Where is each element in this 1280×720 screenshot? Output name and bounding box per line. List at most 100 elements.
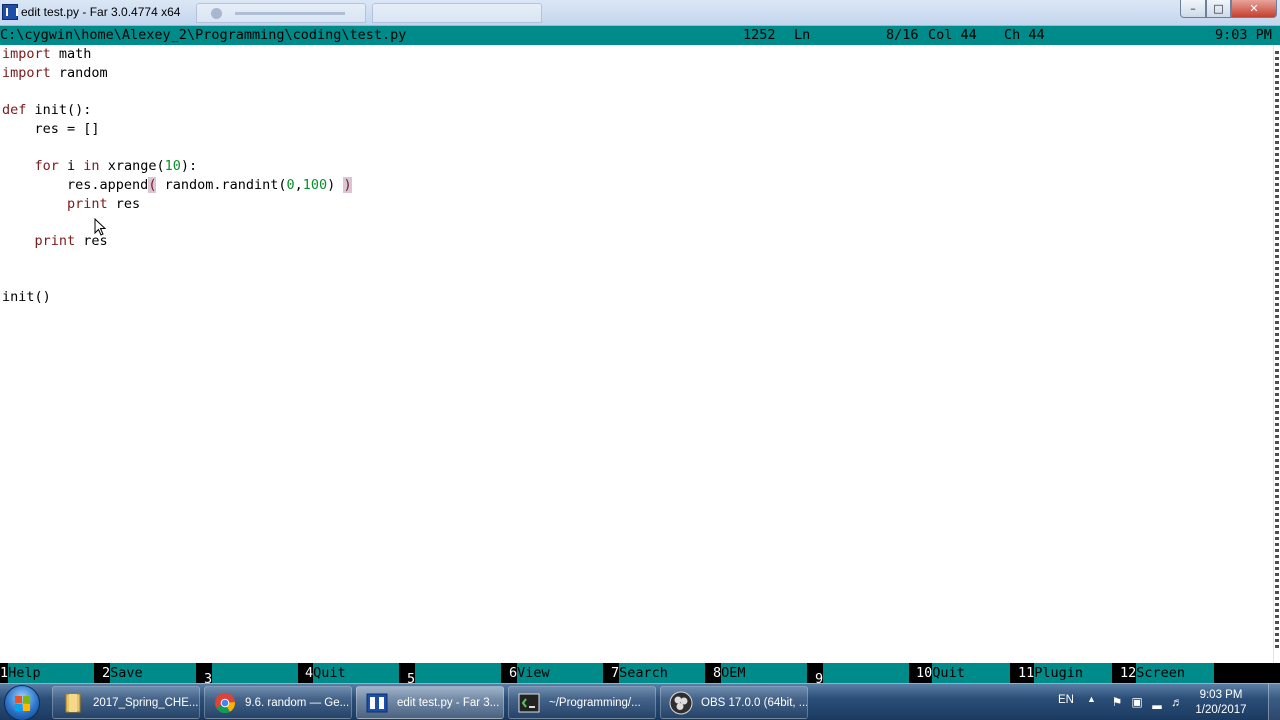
editor-scrollbar[interactable] [1273, 45, 1280, 663]
windows-taskbar: 2017_Spring_CHE... 9.6. random — Ge... edi… [0, 683, 1280, 720]
fkey-number: 6 [509, 665, 518, 681]
fkey-label: Help [8, 663, 95, 683]
fkey-3[interactable]: 3 [204, 663, 299, 687]
fkey-7[interactable]: 7Search [611, 663, 706, 683]
fkey-number: 7 [611, 665, 620, 681]
code-line[interactable]: res = [] [2, 120, 100, 139]
fkey-number: 2 [102, 665, 111, 681]
code-editor[interactable]: import math import random def init(): res … [0, 45, 1273, 663]
code-line[interactable]: print res [2, 195, 140, 214]
code-line[interactable]: for i in xrange(10): [2, 157, 198, 176]
code-token: i [58, 158, 84, 175]
taskbar-item[interactable]: edit test.py - Far 3... [356, 686, 504, 719]
fkey-number: 11 [1018, 665, 1035, 681]
show-desktop-button[interactable] [1268, 684, 1280, 720]
start-button[interactable] [4, 685, 40, 720]
code-number: 0 [286, 176, 295, 193]
show-hidden-icons-icon[interactable]: ▲ [1087, 694, 1096, 704]
taskbar-item[interactable]: OBS 17.0.0 (64bit, ... [660, 686, 808, 719]
window-titlebar[interactable]: edit test.py - Far 3.0.4774 x64 – □ ✕ [0, 0, 1280, 26]
fkey-11[interactable]: 11Plugin [1018, 663, 1113, 683]
fkey-number: 12 [1120, 665, 1137, 681]
fkey-label: Plugin [1034, 663, 1113, 683]
editor-status-line: C:\cygwin\home\Alexey_2\Programming\codi… [0, 26, 1280, 45]
fkey-2[interactable]: 2Save [102, 663, 197, 683]
fkey-label [415, 663, 502, 683]
fkey-10[interactable]: 10Quit [916, 663, 1011, 683]
minimize-button[interactable]: – [1180, 0, 1206, 18]
line-label: Ln [794, 27, 811, 43]
folder-icon [61, 691, 85, 715]
clock-time: 9:03 PM [1199, 689, 1243, 701]
background-window-tab [196, 3, 366, 23]
taskbar-item-label: OBS 17.0.0 (64bit, ... [701, 696, 808, 709]
network-signal-icon[interactable]: ▂ [1150, 695, 1164, 709]
code-line[interactable]: import math [2, 45, 91, 64]
column-position: Col 44 [928, 27, 977, 43]
obs-icon [669, 691, 693, 715]
taskbar-item[interactable]: 9.6. random — Ge... [204, 686, 352, 719]
language-indicator[interactable]: EN [1058, 694, 1074, 706]
line-position: 8/16 [886, 27, 919, 43]
power-icon[interactable]: ▣ [1130, 695, 1144, 709]
code-line[interactable]: res.append( random.randint(0,100) ) [2, 176, 352, 195]
fkey-9[interactable]: 9 [815, 663, 910, 687]
code-line[interactable]: print res [2, 232, 108, 251]
clock-date: 1/20/2017 [1195, 704, 1247, 716]
fkey-1[interactable]: 1Help [0, 663, 95, 683]
window-title: edit test.py - Far 3.0.4774 x64 [21, 5, 181, 19]
maximize-icon: □ [1213, 2, 1224, 15]
code-token: xrange( [99, 158, 165, 175]
close-icon: ✕ [1249, 2, 1259, 15]
fkey-5[interactable]: 5 [407, 663, 502, 687]
close-button[interactable]: ✕ [1231, 0, 1277, 18]
fkey-number: 10 [916, 665, 933, 681]
fkey-label: Search [619, 663, 706, 683]
code-token: , [294, 176, 303, 193]
taskbar-item-label: 9.6. random — Ge... [245, 696, 350, 709]
fkey-label: Save [110, 663, 197, 683]
code-keyword: import [2, 46, 51, 62]
fkey-6[interactable]: 6View [509, 663, 604, 683]
matched-bracket: ) [343, 176, 352, 193]
code-token: init(): [26, 102, 92, 119]
code-number: 10 [164, 158, 181, 175]
far-manager-icon [2, 4, 18, 20]
fkey-4[interactable]: 4Quit [305, 663, 400, 683]
taskbar-item[interactable]: ~/Programming/... [508, 686, 656, 719]
fkey-label [823, 663, 910, 683]
terminal-icon [517, 691, 541, 715]
far-manager-icon [365, 691, 389, 715]
code-token: res [107, 195, 141, 212]
code-keyword: for [34, 158, 59, 175]
code-keyword: print [34, 233, 76, 249]
code-number: 100 [302, 176, 328, 193]
action-center-flag-icon[interactable]: ⚑ [1110, 695, 1124, 709]
code-token: res = [] [34, 120, 100, 137]
fkey-label: OEM [721, 663, 808, 683]
windows-logo-icon [15, 696, 31, 712]
fkey-12[interactable]: 12Screen [1120, 663, 1215, 683]
code-token: random.randint( [156, 176, 287, 193]
taskbar-item[interactable]: 2017_Spring_CHE... [52, 686, 200, 719]
minimize-icon: – [1190, 2, 1196, 15]
fkey-8[interactable]: 8OEM [713, 663, 808, 683]
file-path: C:\cygwin\home\Alexey_2\Programming\codi… [0, 27, 407, 43]
code-line[interactable]: import random [2, 64, 108, 83]
code-line[interactable]: def init(): [2, 101, 91, 120]
taskbar-clock[interactable]: 9:03 PM 1/20/2017 [1186, 688, 1256, 718]
taskbar-item-label: edit test.py - Far 3... [397, 696, 500, 709]
fkey-number: 8 [713, 665, 722, 681]
volume-icon[interactable]: ♬ [1170, 695, 1184, 709]
fkey-number: 1 [0, 665, 9, 681]
char-position: Ch 44 [1004, 27, 1045, 43]
maximize-button[interactable]: □ [1206, 0, 1231, 18]
code-token: ) [327, 176, 344, 193]
mouse-pointer-icon [94, 218, 106, 236]
code-keyword: import [2, 64, 51, 81]
code-keyword: print [67, 195, 108, 212]
function-key-bar: 1Help 2Save 3 4Quit 5 6View 7Search 8OEM 9 10Quit… [0, 663, 1280, 687]
code-line[interactable]: init() [2, 288, 51, 307]
fkey-label: View [517, 663, 604, 683]
codepage: 1252 [743, 27, 776, 43]
